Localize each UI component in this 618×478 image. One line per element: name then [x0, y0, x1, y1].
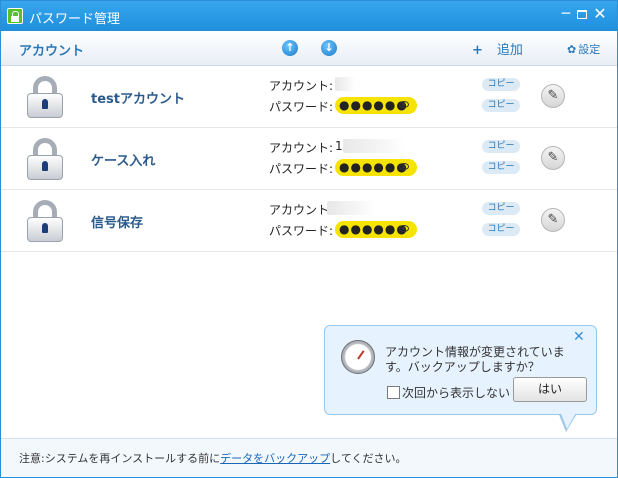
eye-icon[interactable] [399, 101, 409, 108]
edit-button[interactable]: ✎ [541, 84, 565, 108]
password-manager-window: パスワード管理 ─ ✕ アカウント ↑ ↓ + 追加 ✿ 設定 testアカウント … [0, 0, 618, 478]
sort-down-button[interactable]: ↓ [321, 40, 337, 56]
list-item[interactable]: ケース入れ アカウント: 1 パスワード: ●●●●●● コピー コピー ✎ [1, 128, 617, 190]
padlock-icon [27, 138, 63, 180]
dont-show-again-checkbox[interactable] [387, 386, 400, 399]
add-button[interactable]: + 追加 [472, 39, 523, 58]
gauge-icon [341, 340, 375, 374]
account-value: 1 [335, 139, 343, 153]
account-redacted [327, 201, 375, 215]
copy-password-button[interactable]: コピー [482, 223, 520, 236]
eye-icon[interactable] [399, 163, 409, 170]
window-title: パスワード管理 [29, 12, 121, 27]
close-icon[interactable]: ✕ [573, 329, 585, 345]
password-label: パスワード: [269, 162, 334, 176]
account-redacted [335, 77, 355, 91]
entry-name: testアカウント [91, 92, 185, 107]
password-mask: ●●●●●● [339, 160, 408, 174]
settings-button[interactable]: ✿ 設定 [567, 41, 600, 57]
entry-name: 信号保存 [91, 216, 144, 231]
copy-account-button[interactable]: コピー [482, 140, 520, 153]
edit-button[interactable]: ✎ [541, 146, 565, 170]
copy-account-button[interactable]: コピー [482, 78, 520, 91]
backup-link[interactable]: データをバックアップ [220, 452, 330, 465]
maximize-icon [577, 10, 587, 19]
password-mask: ●●●●●● [339, 98, 408, 112]
account-label: アカウント: [269, 79, 334, 93]
copy-password-button[interactable]: コピー [482, 161, 520, 174]
account-label: アカウント: [269, 203, 334, 217]
eye-icon[interactable] [399, 225, 409, 232]
notification-message: アカウント情報が変更されています。バックアップしますか？ [385, 345, 565, 374]
password-field: ●●●●●● [335, 221, 417, 238]
close-button[interactable]: ✕ [590, 4, 610, 24]
gear-icon: ✿ [567, 43, 577, 56]
password-field: ●●●●●● [335, 159, 417, 176]
title-bar: パスワード管理 ─ ✕ [1, 1, 617, 31]
yes-button[interactable]: はい [513, 377, 587, 402]
footer-notice: 注意:システムを再インストールする前にデータをバックアップしてください。 [19, 450, 407, 466]
add-label: 追加 [496, 43, 523, 58]
padlock-icon [27, 200, 63, 242]
app-lock-icon [7, 8, 23, 24]
settings-label: 設定 [578, 43, 601, 56]
account-label: アカウント: [269, 141, 334, 155]
password-label: パスワード: [269, 224, 334, 238]
edit-button[interactable]: ✎ [541, 208, 565, 232]
footer-suffix: してください。 [330, 452, 407, 465]
copy-password-button[interactable]: コピー [482, 99, 520, 112]
padlock-icon [27, 76, 63, 118]
list-item[interactable]: 信号保存 アカウント: パスワード: ●●●●●● コピー コピー ✎ [1, 190, 617, 252]
account-column-label: アカウント [19, 44, 85, 59]
password-mask: ●●●●●● [339, 222, 408, 236]
account-redacted [343, 139, 405, 153]
footer: 注意:システムを再インストールする前にデータをバックアップしてください。 [1, 438, 617, 477]
backup-notification: ✕ アカウント情報が変更されています。バックアップしますか？ 次回から表示しない… [324, 325, 597, 415]
password-label: パスワード: [269, 100, 334, 114]
footer-prefix: 注意:システムを再インストールする前に [19, 452, 221, 465]
password-field: ●●●●●● [335, 97, 417, 114]
sort-up-button[interactable]: ↑ [282, 40, 298, 56]
maximize-button[interactable] [572, 4, 592, 24]
dont-show-again-label[interactable]: 次回から表示しない [402, 384, 510, 401]
entry-name: ケース入れ [91, 154, 156, 169]
toolbar: アカウント ↑ ↓ + 追加 ✿ 設定 [1, 31, 617, 66]
copy-account-button[interactable]: コピー [482, 202, 520, 215]
popup-tail-inner [560, 411, 577, 429]
plus-icon: + [472, 43, 483, 58]
list-item[interactable]: testアカウント アカウント: パスワード: ●●●●●● コピー コピー ✎ [1, 66, 617, 128]
